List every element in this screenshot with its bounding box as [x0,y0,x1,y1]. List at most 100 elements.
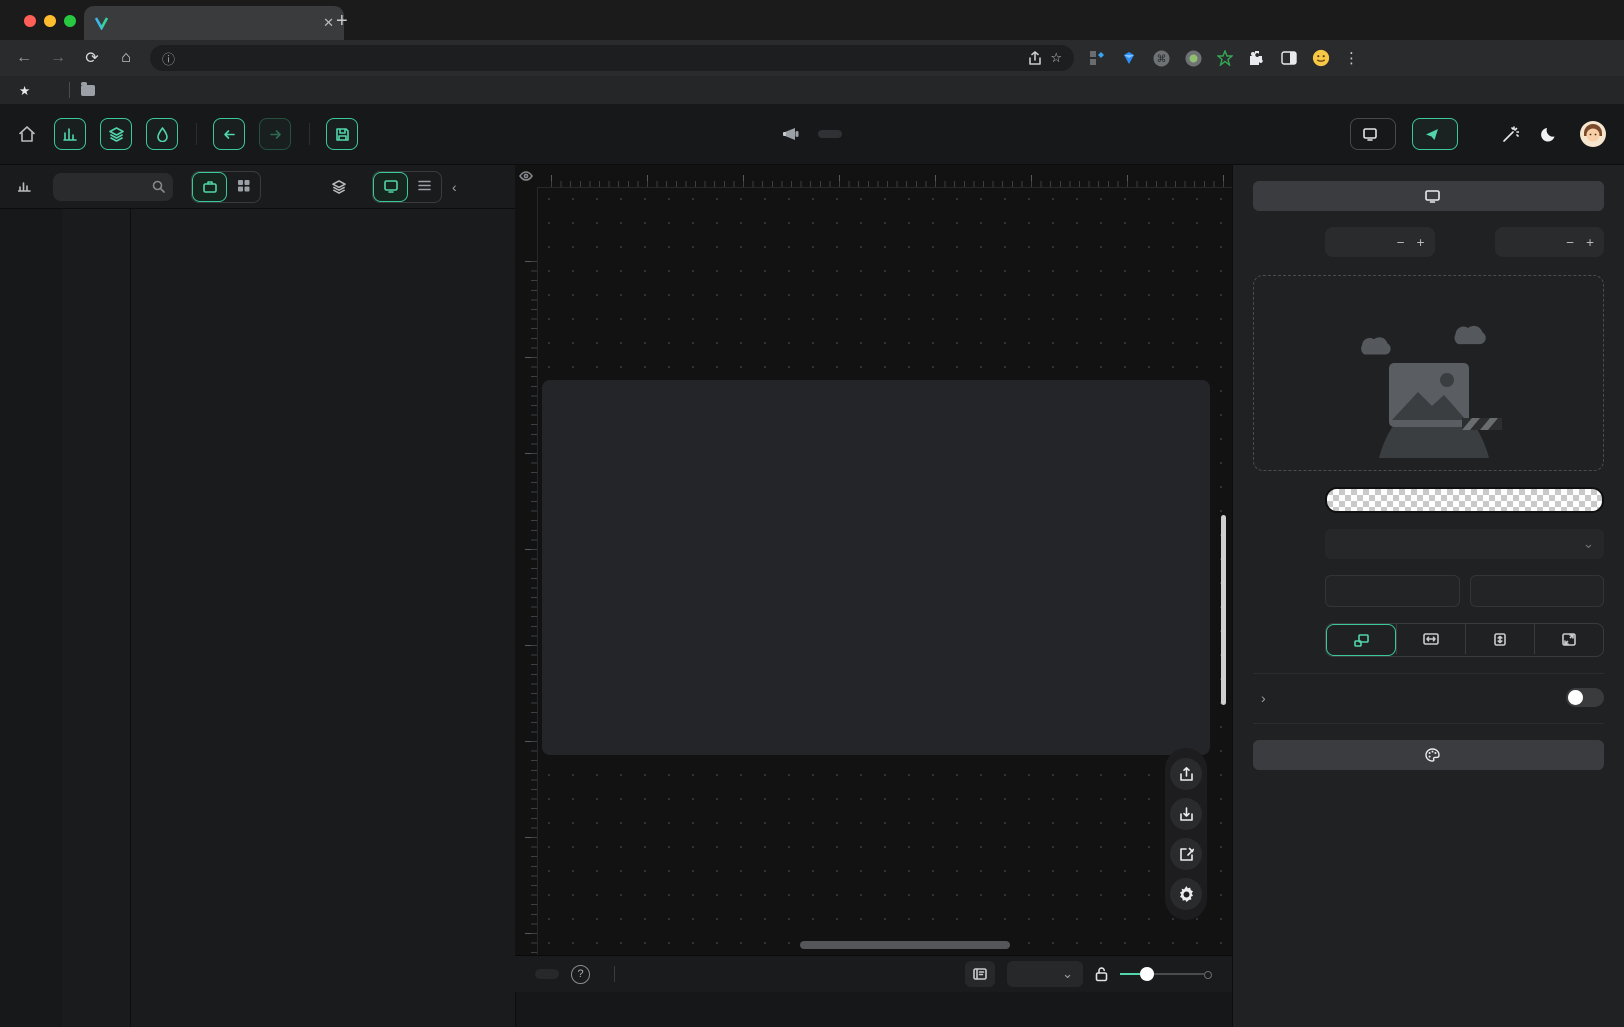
preview-line-chart[interactable] [564,866,750,955]
help-icon[interactable]: ? [571,965,590,984]
paper-plane-icon [1425,128,1439,141]
zoom-slider-knob[interactable] [1140,967,1154,981]
layers-panel: ‹ [312,165,516,1027]
magic-wand-icon[interactable] [1502,126,1519,143]
maximize-window-button[interactable] [64,15,76,27]
search-icon [152,180,165,193]
save-button[interactable] [326,118,358,150]
palette-icon [1425,748,1440,762]
preview-bar-chart[interactable] [560,392,750,514]
star-icon: ★ [19,83,30,98]
extensions-puzzle-icon[interactable] [1248,49,1266,67]
layers-list-view[interactable] [408,172,441,200]
bookmarks-root[interactable]: ★ [12,81,43,100]
canvas-horizontal-scrollbar[interactable] [800,941,1010,949]
chevron-right-icon[interactable]: › [1261,690,1266,706]
minimize-window-button[interactable] [44,15,56,27]
browser-toolbar: ← → ⟳ ⌂ ⓘ ☆ ⌘ ⋮ [0,40,1624,76]
clear-background-button[interactable] [1325,575,1460,607]
eye-icon[interactable] [515,165,537,187]
minus-icon[interactable]: − [1566,235,1574,250]
extension-icon-badge[interactable] [1088,49,1106,67]
browser-tab-strip: ✕ + [0,0,1624,40]
dark-mode-moon-icon[interactable] [1541,126,1558,143]
component-card-list [130,209,312,1027]
dashboard-preview[interactable] [542,380,1210,755]
fit-height-option[interactable] [1465,624,1534,654]
canvas-vertical-scrollbar[interactable] [1221,515,1226,705]
home-icon[interactable]: ⌂ [116,49,136,67]
tab-close-icon[interactable]: ✕ [323,15,334,31]
zoom-slider[interactable] [1120,967,1212,981]
fit-width-option[interactable] [1396,624,1465,654]
page-config-header[interactable] [1253,181,1604,211]
filter-panel-toggle[interactable] [146,118,178,150]
forward-icon[interactable]: → [48,49,68,67]
settings-gear-icon[interactable] [1170,878,1202,910]
publish-button[interactable] [1412,118,1458,150]
app-home-icon[interactable] [18,125,36,143]
green-star-extension-icon[interactable] [1216,49,1234,67]
chart-panel-toggle[interactable] [54,118,86,150]
edit-icon[interactable] [1170,838,1202,870]
horizontal-ruler [537,165,1232,188]
bookmarks-bar: ★ [0,76,1624,104]
theme-color-header[interactable] [1253,740,1604,770]
search-input[interactable] [53,173,173,201]
reload-icon[interactable]: ⟳ [82,48,102,68]
plus-icon[interactable]: + [1586,235,1594,250]
zoom-select[interactable]: ⌄ [1007,961,1083,987]
chevron-down-icon: ⌄ [1583,536,1594,552]
page-settings-panel: −+ −+ ⌄ [1232,165,1624,1027]
user-avatar[interactable] [1580,121,1606,147]
sidebar-panel-icon[interactable] [1280,49,1298,67]
minus-icon[interactable]: − [1397,235,1405,250]
share-icon[interactable] [1028,51,1042,66]
width-stepper[interactable]: −+ [1325,227,1435,257]
browser-menu-icon[interactable]: ⋮ [1344,49,1359,67]
preview-capsule-chart[interactable] [978,640,1128,754]
app-type-select[interactable]: ⌄ [1325,529,1604,559]
redo-button[interactable] [259,118,291,150]
profile-avatar[interactable] [1312,49,1330,67]
upload-placeholder-image [1334,318,1524,458]
status-bar: ? ⌄ [515,955,1232,992]
dot-extension-icon[interactable] [1184,49,1202,67]
preview-button[interactable] [1350,118,1396,150]
browser-tab[interactable]: ✕ [84,6,344,40]
fit-scale-option[interactable] [1326,624,1396,656]
other-bookmarks[interactable] [74,83,108,98]
fit-stretch-option[interactable] [1534,624,1603,654]
background-upload-dropzone[interactable] [1253,275,1604,471]
layers-thumbnail-view[interactable] [373,172,408,202]
new-tab-button[interactable]: + [336,10,348,33]
undo-button[interactable] [213,118,245,150]
filter-toggle[interactable] [1566,688,1604,707]
site-info-icon[interactable]: ⓘ [162,49,175,68]
command-extension-icon[interactable]: ⌘ [1152,49,1170,67]
detail-panel-toggle[interactable] [965,961,995,987]
clear-color-button[interactable] [1470,575,1605,607]
lock-icon[interactable] [1095,967,1108,982]
height-stepper[interactable]: −+ [1495,227,1605,257]
project-name[interactable] [818,130,842,138]
plus-icon[interactable]: + [1417,235,1425,250]
history-button[interactable] [535,969,559,979]
design-canvas[interactable] [515,165,1232,955]
close-window-button[interactable] [24,15,36,27]
toolbox-view-toggle[interactable] [192,172,227,202]
back-icon[interactable]: ← [14,49,34,67]
grid-view-toggle[interactable] [227,172,260,200]
bookmarks-overflow[interactable] [51,88,65,92]
export-icon[interactable] [1170,758,1202,790]
bookmark-star-icon[interactable]: ☆ [1050,50,1062,66]
background-color-swatch[interactable] [1325,487,1604,513]
gem-extension-icon[interactable] [1120,49,1138,67]
layers-panel-toggle[interactable] [100,118,132,150]
import-icon[interactable] [1170,798,1202,830]
canvas-quick-actions [1165,748,1207,920]
layers-icon [332,180,346,194]
address-bar[interactable]: ⓘ ☆ [150,45,1074,71]
preview-hbar-chart[interactable] [764,514,966,636]
collapse-panel-icon[interactable]: ‹ [452,179,457,195]
